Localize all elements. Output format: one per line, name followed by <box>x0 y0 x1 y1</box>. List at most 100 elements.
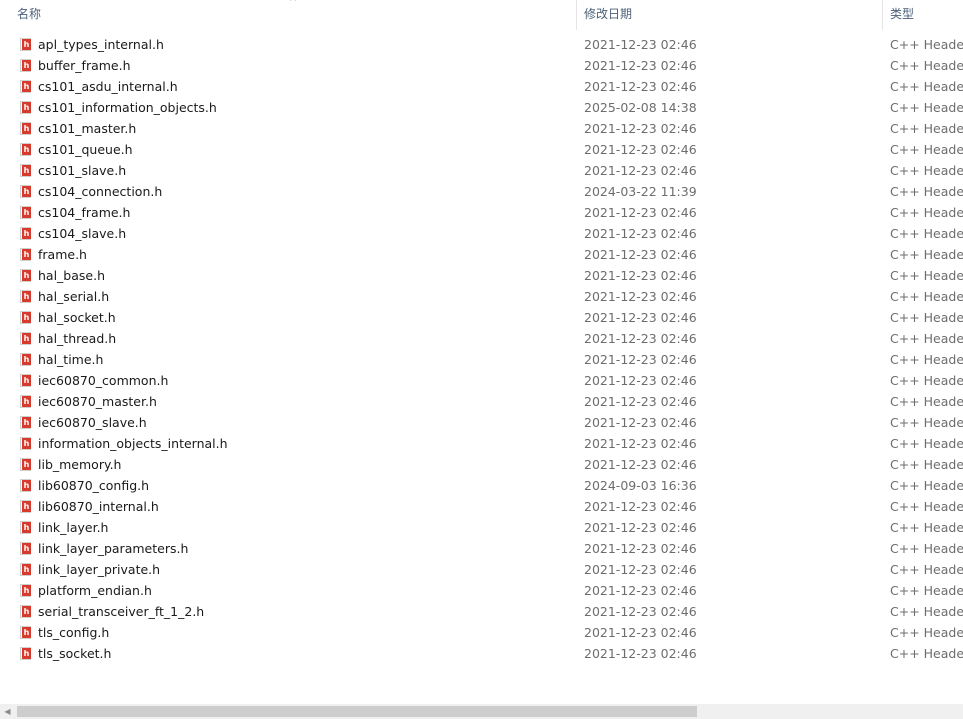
file-row[interactable]: cs101_asdu_internal.h 2021-12-23 02:46 C++… <box>0 76 963 97</box>
file-row[interactable]: cs104_slave.h 2021-12-23 02:46 C++ Header <box>0 223 963 244</box>
file-row[interactable]: link_layer_parameters.h 2021-12-23 02:46 C… <box>0 538 963 559</box>
file-type: C++ Header <box>890 352 963 367</box>
file-type: C++ Header <box>890 205 963 220</box>
file-row[interactable]: lib60870_internal.h 2021-12-23 02:46 C++ H… <box>0 496 963 517</box>
file-row[interactable]: platform_endian.h 2021-12-23 02:46 C++ Hea… <box>0 580 963 601</box>
file-type: C++ Header <box>890 268 963 283</box>
file-name: cs104_frame.h <box>38 205 131 220</box>
column-header-name[interactable]: 名称 <box>0 0 576 30</box>
file-type: C++ Header <box>890 184 963 199</box>
file-row[interactable]: cs104_frame.h 2021-12-23 02:46 C++ Header <box>0 202 963 223</box>
file-row[interactable]: hal_base.h 2021-12-23 02:46 C++ Header <box>0 265 963 286</box>
file-row[interactable]: hal_socket.h 2021-12-23 02:46 C++ Header <box>0 307 963 328</box>
header-file-icon <box>20 164 31 177</box>
file-modified-date: 2021-12-23 02:46 <box>584 583 697 598</box>
file-modified-date: 2021-12-23 02:46 <box>584 331 697 346</box>
file-explorer-list-view: 名称 ^ 修改日期 类型 apl_types_internal.h 2021-12… <box>0 0 963 719</box>
file-name: hal_serial.h <box>38 289 110 304</box>
file-type: C++ Header <box>890 499 963 514</box>
file-name: hal_base.h <box>38 268 105 283</box>
file-row[interactable]: tls_socket.h 2021-12-23 02:46 C++ Header <box>0 643 963 664</box>
file-row[interactable]: serial_transceiver_ft_1_2.h 2021-12-23 02… <box>0 601 963 622</box>
file-modified-date: 2021-12-23 02:46 <box>584 163 697 178</box>
file-modified-date: 2021-12-23 02:46 <box>584 457 697 472</box>
file-modified-date: 2021-12-23 02:46 <box>584 79 697 94</box>
file-type: C++ Header <box>890 79 963 94</box>
file-row[interactable]: hal_serial.h 2021-12-23 02:46 C++ Header <box>0 286 963 307</box>
file-row[interactable]: tls_config.h 2021-12-23 02:46 C++ Header <box>0 622 963 643</box>
chevron-left-icon[interactable]: ◀ <box>0 704 15 719</box>
file-row[interactable]: link_layer.h 2021-12-23 02:46 C++ Header <box>0 517 963 538</box>
file-name: link_layer.h <box>38 520 109 535</box>
horizontal-scrollbar[interactable]: ◀ <box>0 704 963 719</box>
column-header-date-label: 修改日期 <box>584 7 633 21</box>
file-modified-date: 2021-12-23 02:46 <box>584 436 697 451</box>
file-modified-date: 2021-12-23 02:46 <box>584 226 697 241</box>
file-name: platform_endian.h <box>38 583 152 598</box>
header-file-icon <box>20 290 31 303</box>
file-name: cs104_slave.h <box>38 226 127 241</box>
file-modified-date: 2021-12-23 02:46 <box>584 520 697 535</box>
header-file-icon <box>20 479 31 492</box>
file-modified-date: 2021-12-23 02:46 <box>584 37 697 52</box>
file-name: tls_socket.h <box>38 646 112 661</box>
file-modified-date: 2021-12-23 02:46 <box>584 541 697 556</box>
file-row[interactable]: frame.h 2021-12-23 02:46 C++ Header <box>0 244 963 265</box>
file-type: C++ Header <box>890 520 963 535</box>
file-row[interactable]: iec60870_slave.h 2021-12-23 02:46 C++ Head… <box>0 412 963 433</box>
file-modified-date: 2021-12-23 02:46 <box>584 142 697 157</box>
file-name: cs104_connection.h <box>38 184 163 199</box>
file-row[interactable]: information_objects_internal.h 2021-12-23… <box>0 433 963 454</box>
file-name: link_layer_private.h <box>38 562 161 577</box>
file-type: C++ Header <box>890 394 963 409</box>
file-modified-date: 2021-12-23 02:46 <box>584 58 697 73</box>
file-type: C++ Header <box>890 373 963 388</box>
file-modified-date: 2025-02-08 14:38 <box>584 100 697 115</box>
file-row[interactable]: iec60870_common.h 2021-12-23 02:46 C++ Hea… <box>0 370 963 391</box>
header-file-icon <box>20 206 31 219</box>
header-file-icon <box>20 437 31 450</box>
file-name: apl_types_internal.h <box>38 37 164 52</box>
file-type: C++ Header <box>890 625 963 640</box>
file-name: link_layer_parameters.h <box>38 541 189 556</box>
file-row[interactable]: lib_memory.h 2021-12-23 02:46 C++ Header <box>0 454 963 475</box>
column-header-date[interactable]: 修改日期 <box>577 0 882 30</box>
file-row[interactable]: cs101_master.h 2021-12-23 02:46 C++ Header <box>0 118 963 139</box>
file-modified-date: 2021-12-23 02:46 <box>584 394 697 409</box>
file-name: cs101_master.h <box>38 121 137 136</box>
file-type: C++ Header <box>890 142 963 157</box>
file-name: hal_thread.h <box>38 331 117 346</box>
file-modified-date: 2024-09-03 16:36 <box>584 478 697 493</box>
file-name: tls_config.h <box>38 625 110 640</box>
header-file-icon <box>20 248 31 261</box>
header-file-icon <box>20 38 31 51</box>
file-name: iec60870_slave.h <box>38 415 147 430</box>
file-name: iec60870_common.h <box>38 373 169 388</box>
file-row[interactable]: hal_thread.h 2021-12-23 02:46 C++ Header <box>0 328 963 349</box>
file-type: C++ Header <box>890 121 963 136</box>
header-file-icon <box>20 227 31 240</box>
file-row[interactable]: cs101_information_objects.h 2025-02-08 14… <box>0 97 963 118</box>
file-row[interactable]: iec60870_master.h 2021-12-23 02:46 C++ Hea… <box>0 391 963 412</box>
header-file-icon <box>20 626 31 639</box>
column-header-type-label: 类型 <box>890 7 915 21</box>
header-file-icon <box>20 563 31 576</box>
file-row[interactable]: buffer_frame.h 2021-12-23 02:46 C++ Header <box>0 55 963 76</box>
header-file-icon <box>20 395 31 408</box>
file-row[interactable]: cs101_queue.h 2021-12-23 02:46 C++ Header <box>0 139 963 160</box>
file-row[interactable]: apl_types_internal.h 2021-12-23 02:46 C++ … <box>0 34 963 55</box>
file-modified-date: 2021-12-23 02:46 <box>584 646 697 661</box>
column-header-bar: 名称 ^ 修改日期 类型 <box>0 0 963 30</box>
file-row[interactable]: cs101_slave.h 2021-12-23 02:46 C++ Header <box>0 160 963 181</box>
file-row[interactable]: link_layer_private.h 2021-12-23 02:46 C++ … <box>0 559 963 580</box>
column-header-type[interactable]: 类型 <box>883 0 963 30</box>
file-row[interactable]: cs104_connection.h 2024-03-22 11:39 C++ He… <box>0 181 963 202</box>
horizontal-scrollbar-thumb[interactable] <box>17 706 697 717</box>
file-modified-date: 2021-12-23 02:46 <box>584 289 697 304</box>
file-row[interactable]: hal_time.h 2021-12-23 02:46 C++ Header <box>0 349 963 370</box>
header-file-icon <box>20 311 31 324</box>
file-row[interactable]: lib60870_config.h 2024-09-03 16:36 C++ Hea… <box>0 475 963 496</box>
header-file-icon <box>20 59 31 72</box>
file-modified-date: 2021-12-23 02:46 <box>584 604 697 619</box>
header-file-icon <box>20 416 31 429</box>
